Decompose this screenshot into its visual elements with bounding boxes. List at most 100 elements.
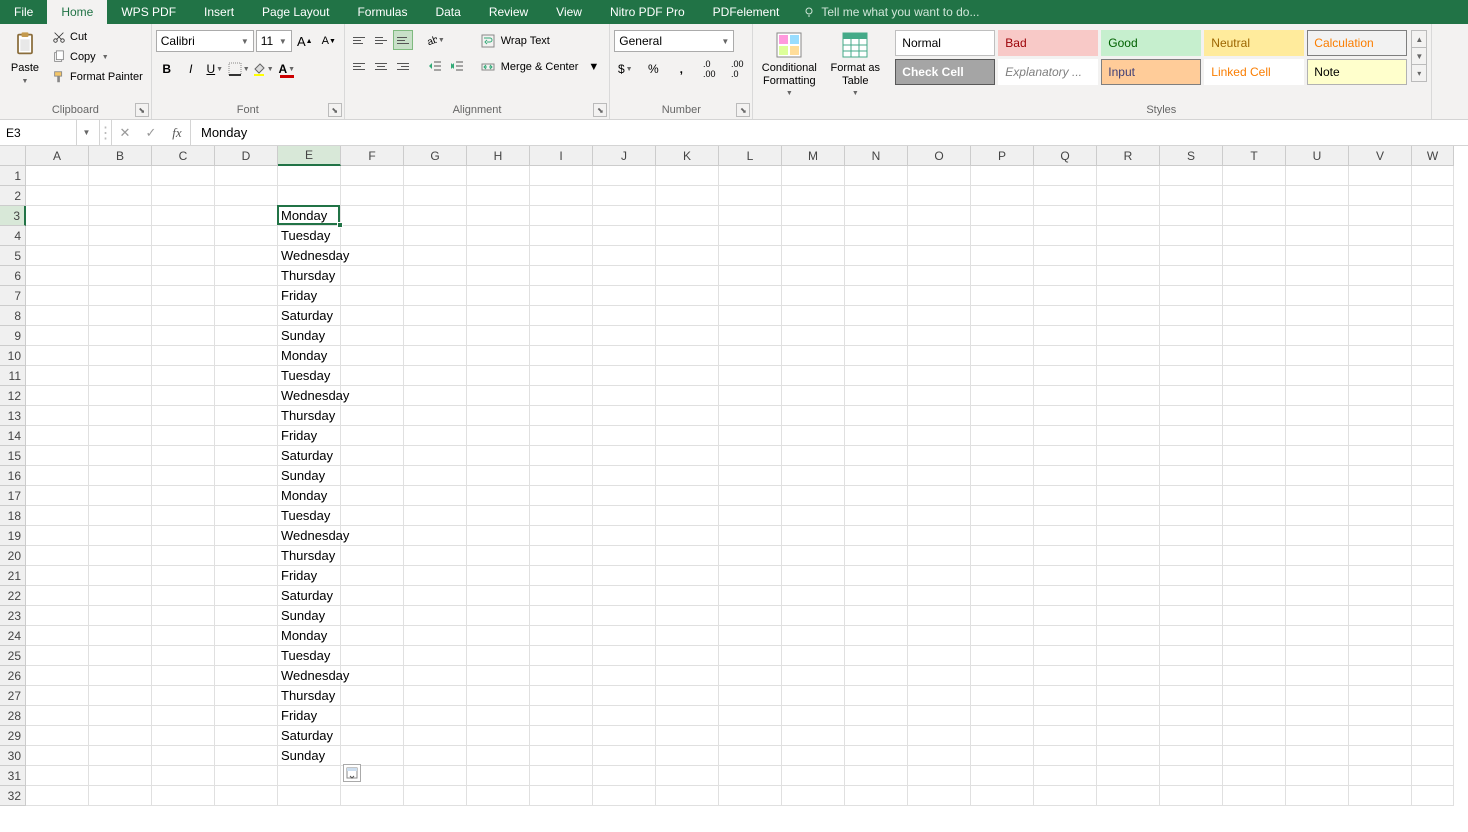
cell-I9[interactable] (530, 326, 593, 346)
cell-G10[interactable] (404, 346, 467, 366)
cell-T1[interactable] (1223, 166, 1286, 186)
cell-M30[interactable] (782, 746, 845, 766)
cell-H11[interactable] (467, 366, 530, 386)
row-header-16[interactable]: 16 (0, 466, 26, 486)
cell-N12[interactable] (845, 386, 908, 406)
cell-H8[interactable] (467, 306, 530, 326)
cell-S7[interactable] (1160, 286, 1223, 306)
cell-W11[interactable] (1412, 366, 1454, 386)
cell-V13[interactable] (1349, 406, 1412, 426)
cell-R5[interactable] (1097, 246, 1160, 266)
cell-A5[interactable] (26, 246, 89, 266)
cell-T31[interactable] (1223, 766, 1286, 786)
cell-H20[interactable] (467, 546, 530, 566)
cell-V25[interactable] (1349, 646, 1412, 666)
cell-D4[interactable] (215, 226, 278, 246)
row-header-24[interactable]: 24 (0, 626, 26, 646)
cell-C10[interactable] (152, 346, 215, 366)
row-header-22[interactable]: 22 (0, 586, 26, 606)
cell-S25[interactable] (1160, 646, 1223, 666)
cell-G7[interactable] (404, 286, 467, 306)
cell-Q20[interactable] (1034, 546, 1097, 566)
cell-C7[interactable] (152, 286, 215, 306)
cell-P22[interactable] (971, 586, 1034, 606)
cell-E15[interactable]: Saturday (278, 446, 341, 466)
cell-B8[interactable] (89, 306, 152, 326)
cell-G30[interactable] (404, 746, 467, 766)
cell-C5[interactable] (152, 246, 215, 266)
cell-A16[interactable] (26, 466, 89, 486)
cell-T26[interactable] (1223, 666, 1286, 686)
cell-A31[interactable] (26, 766, 89, 786)
cell-O29[interactable] (908, 726, 971, 746)
cell-P25[interactable] (971, 646, 1034, 666)
cell-U31[interactable] (1286, 766, 1349, 786)
style-good[interactable]: Good (1101, 30, 1201, 56)
cell-A15[interactable] (26, 446, 89, 466)
cell-L9[interactable] (719, 326, 782, 346)
cell-N30[interactable] (845, 746, 908, 766)
cell-W20[interactable] (1412, 546, 1454, 566)
cell-B4[interactable] (89, 226, 152, 246)
cell-N5[interactable] (845, 246, 908, 266)
cell-N9[interactable] (845, 326, 908, 346)
row-header-3[interactable]: 3 (0, 206, 26, 226)
cell-Q30[interactable] (1034, 746, 1097, 766)
align-center-button[interactable] (371, 56, 391, 76)
cell-C4[interactable] (152, 226, 215, 246)
style-calculation[interactable]: Calculation (1307, 30, 1407, 56)
cell-G22[interactable] (404, 586, 467, 606)
cell-P8[interactable] (971, 306, 1034, 326)
cell-E19[interactable]: Wednesday (278, 526, 341, 546)
tab-view[interactable]: View (542, 0, 596, 24)
cell-E10[interactable]: Monday (278, 346, 341, 366)
cell-P20[interactable] (971, 546, 1034, 566)
cell-D9[interactable] (215, 326, 278, 346)
cell-A30[interactable] (26, 746, 89, 766)
cell-N6[interactable] (845, 266, 908, 286)
cell-I16[interactable] (530, 466, 593, 486)
cell-B32[interactable] (89, 786, 152, 806)
cell-C13[interactable] (152, 406, 215, 426)
column-header-R[interactable]: R (1097, 146, 1160, 166)
cell-J20[interactable] (593, 546, 656, 566)
cell-L3[interactable] (719, 206, 782, 226)
cell-G32[interactable] (404, 786, 467, 806)
cell-C16[interactable] (152, 466, 215, 486)
column-header-E[interactable]: E (278, 146, 341, 166)
cell-V28[interactable] (1349, 706, 1412, 726)
cell-T18[interactable] (1223, 506, 1286, 526)
cell-T13[interactable] (1223, 406, 1286, 426)
cell-U9[interactable] (1286, 326, 1349, 346)
cell-P3[interactable] (971, 206, 1034, 226)
cell-Q5[interactable] (1034, 246, 1097, 266)
cell-D19[interactable] (215, 526, 278, 546)
cell-O8[interactable] (908, 306, 971, 326)
cell-I11[interactable] (530, 366, 593, 386)
cell-B26[interactable] (89, 666, 152, 686)
cell-V24[interactable] (1349, 626, 1412, 646)
cell-M21[interactable] (782, 566, 845, 586)
cell-R20[interactable] (1097, 546, 1160, 566)
cell-J31[interactable] (593, 766, 656, 786)
cell-E26[interactable]: Wednesday (278, 666, 341, 686)
cell-T28[interactable] (1223, 706, 1286, 726)
cell-N11[interactable] (845, 366, 908, 386)
name-box-dropdown[interactable]: ▼ (76, 120, 96, 145)
cell-B11[interactable] (89, 366, 152, 386)
row-header-29[interactable]: 29 (0, 726, 26, 746)
cell-M11[interactable] (782, 366, 845, 386)
cell-V17[interactable] (1349, 486, 1412, 506)
decrease-font-button[interactable]: A▼ (318, 30, 340, 52)
cell-L5[interactable] (719, 246, 782, 266)
cell-N22[interactable] (845, 586, 908, 606)
cell-W28[interactable] (1412, 706, 1454, 726)
cell-G8[interactable] (404, 306, 467, 326)
cell-V7[interactable] (1349, 286, 1412, 306)
cell-R17[interactable] (1097, 486, 1160, 506)
cell-W4[interactable] (1412, 226, 1454, 246)
decrease-decimal-button[interactable]: .00.0 (726, 58, 748, 80)
alignment-dialog-launcher[interactable]: ⬊ (593, 103, 607, 117)
cell-M19[interactable] (782, 526, 845, 546)
cell-O19[interactable] (908, 526, 971, 546)
